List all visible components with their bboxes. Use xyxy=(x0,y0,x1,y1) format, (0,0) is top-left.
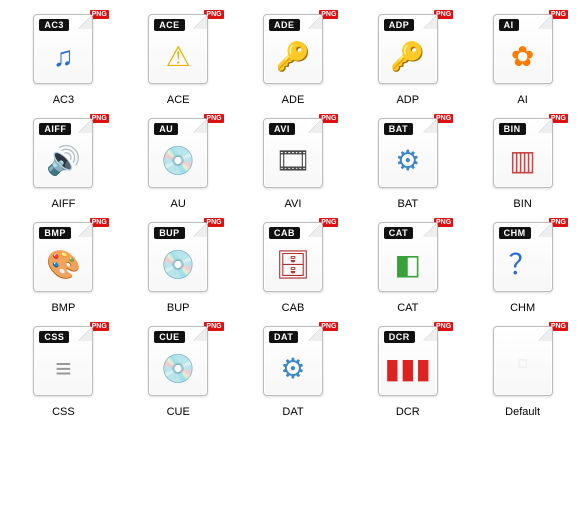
file-extension-label: CUE xyxy=(154,331,185,343)
file-icon-item[interactable]: PNGAU💿AU xyxy=(125,114,232,210)
file-type-glyph-icon: ▮▮▮ xyxy=(379,343,437,395)
file-extension-label: DCR xyxy=(384,331,415,343)
file-type-glyph-icon: ▫ xyxy=(494,331,552,395)
file-icon-item[interactable]: PNGCAB🗄CAB xyxy=(240,218,347,314)
file-caption: CHM xyxy=(510,302,535,314)
file-icon-item[interactable]: PNGDCR▮▮▮DCR xyxy=(354,322,461,418)
file-caption: CAB xyxy=(282,302,305,314)
file-icon: ADP🔑 xyxy=(378,14,438,84)
file-type-glyph-icon: 🎨 xyxy=(34,239,92,291)
file-caption: BUP xyxy=(167,302,190,314)
file-extension-label: ADE xyxy=(269,19,300,31)
file-caption: ACE xyxy=(167,94,190,106)
file-type-glyph-icon: ▥ xyxy=(494,135,552,187)
file-extension-label: CSS xyxy=(39,331,69,343)
file-icon-item[interactable]: PNGADP🔑ADP xyxy=(354,10,461,106)
file-caption: CUE xyxy=(167,406,190,418)
file-extension-label: BMP xyxy=(39,227,71,239)
file-icon: DCR▮▮▮ xyxy=(378,326,438,396)
file-icon-item[interactable]: PNGBUP💿BUP xyxy=(125,218,232,314)
file-icon: BIN▥ xyxy=(493,118,553,188)
file-icon-item[interactable]: PNGAIFF🔊AIFF xyxy=(10,114,117,210)
file-type-glyph-icon: ✿ xyxy=(494,31,552,83)
file-icon: CAT◧ xyxy=(378,222,438,292)
file-icon-item[interactable]: PNGAI✿AI xyxy=(469,10,576,106)
file-extension-label: ADP xyxy=(384,19,415,31)
file-caption: ADE xyxy=(282,94,305,106)
file-icon-item[interactable]: PNGCSS≡CSS xyxy=(10,322,117,418)
file-icon-item[interactable]: PNG▫Default xyxy=(469,322,576,418)
file-icon-item[interactable]: PNGAC3♫AC3 xyxy=(10,10,117,106)
file-caption: BIN xyxy=(513,198,531,210)
file-type-glyph-icon: ♫ xyxy=(34,31,92,83)
file-icon-item[interactable]: PNGCAT◧CAT xyxy=(354,218,461,314)
file-caption: AC3 xyxy=(53,94,74,106)
file-caption: AI xyxy=(517,94,527,106)
file-icon-item[interactable]: PNGBMP🎨BMP xyxy=(10,218,117,314)
file-extension-label: BUP xyxy=(154,227,185,239)
file-icon-item[interactable]: PNGDAT⚙DAT xyxy=(240,322,347,418)
file-icon: BAT⚙ xyxy=(378,118,438,188)
file-icon: CHM？ xyxy=(493,222,553,292)
file-caption: BMP xyxy=(51,302,75,314)
file-icon: AU💿 xyxy=(148,118,208,188)
file-icon-item[interactable]: PNGBIN▥BIN xyxy=(469,114,576,210)
file-extension-label: AI xyxy=(499,19,519,31)
file-icon: AI✿ xyxy=(493,14,553,84)
file-caption: AIFF xyxy=(51,198,75,210)
file-caption: CAT xyxy=(397,302,418,314)
file-type-glyph-icon: 💿 xyxy=(149,239,207,291)
file-caption: CSS xyxy=(52,406,75,418)
file-icon: AIFF🔊 xyxy=(33,118,93,188)
file-icon-item[interactable]: PNGCHM？CHM xyxy=(469,218,576,314)
file-type-glyph-icon: ≡ xyxy=(34,343,92,395)
file-type-glyph-icon: 🎞 xyxy=(264,135,322,187)
file-type-glyph-icon: ⚙ xyxy=(379,135,437,187)
file-extension-label: CHM xyxy=(499,227,531,239)
file-type-glyph-icon: 🗄 xyxy=(264,239,322,291)
file-type-glyph-icon: ⚠ xyxy=(149,31,207,83)
file-icon-item[interactable]: PNGACE⚠ACE xyxy=(125,10,232,106)
file-icon-item[interactable]: PNGBAT⚙BAT xyxy=(354,114,461,210)
file-type-glyph-icon: 🔑 xyxy=(264,31,322,83)
file-extension-label: BAT xyxy=(384,123,413,135)
file-extension-label: CAB xyxy=(269,227,300,239)
file-icon-item[interactable]: PNGAVI🎞AVI xyxy=(240,114,347,210)
file-icon: ▫ xyxy=(493,326,553,396)
file-type-glyph-icon: ◧ xyxy=(379,239,437,291)
file-icon: AC3♫ xyxy=(33,14,93,84)
file-icon: ACE⚠ xyxy=(148,14,208,84)
file-type-glyph-icon: 🔊 xyxy=(34,135,92,187)
file-icon-item[interactable]: PNGADE🔑ADE xyxy=(240,10,347,106)
file-icon-item[interactable]: PNGCUE💿CUE xyxy=(125,322,232,418)
file-caption: BAT xyxy=(398,198,419,210)
file-caption: DAT xyxy=(282,406,303,418)
file-extension-label: AU xyxy=(154,123,178,135)
file-icon: CSS≡ xyxy=(33,326,93,396)
file-icon: BUP💿 xyxy=(148,222,208,292)
file-caption: Default xyxy=(505,406,540,418)
file-extension-label: AIFF xyxy=(39,123,71,135)
file-icon: CUE💿 xyxy=(148,326,208,396)
file-type-glyph-icon: 💿 xyxy=(149,135,207,187)
file-type-glyph-icon: 🔑 xyxy=(379,31,437,83)
file-type-glyph-icon: ⚙ xyxy=(264,343,322,395)
file-type-glyph-icon: 💿 xyxy=(149,343,207,395)
file-type-glyph-icon: ？ xyxy=(494,239,552,291)
file-extension-label: CAT xyxy=(384,227,413,239)
file-icon: DAT⚙ xyxy=(263,326,323,396)
file-extension-label: AVI xyxy=(269,123,295,135)
file-extension-label: AC3 xyxy=(39,19,69,31)
file-icon: AVI🎞 xyxy=(263,118,323,188)
file-caption: AU xyxy=(171,198,186,210)
file-extension-label: DAT xyxy=(269,331,298,343)
file-caption: AVI xyxy=(285,198,302,210)
file-caption: DCR xyxy=(396,406,420,418)
file-icon: BMP🎨 xyxy=(33,222,93,292)
file-icon: ADE🔑 xyxy=(263,14,323,84)
file-caption: ADP xyxy=(396,94,419,106)
file-extension-label: ACE xyxy=(154,19,185,31)
file-icon: CAB🗄 xyxy=(263,222,323,292)
file-extension-label: BIN xyxy=(499,123,526,135)
